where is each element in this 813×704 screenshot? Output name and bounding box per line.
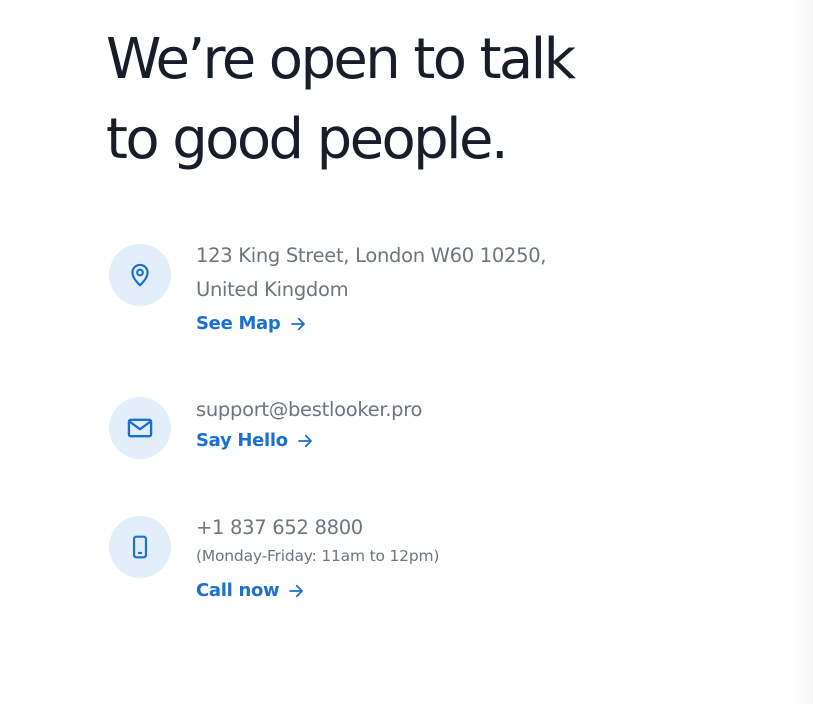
address-info: 123 King Street, London W60 10250, Unite… <box>196 239 666 334</box>
right-edge-shadow <box>791 0 813 704</box>
email-info: support@bestlooker.pro Say Hello <box>196 393 666 451</box>
arrow-right-icon <box>287 582 305 600</box>
phone-number[interactable]: +1 837 652 8800 <box>196 511 666 545</box>
mobile-phone-icon <box>132 535 148 559</box>
mail-icon <box>127 418 153 438</box>
email-address[interactable]: support@bestlooker.pro <box>196 393 666 427</box>
phone-hours: (Monday-Friday: 11am to 12pm) <box>196 547 440 565</box>
page-headline: We’re open to talk to good people. <box>106 20 706 180</box>
headline-line-1: We’re open to talk <box>106 27 576 92</box>
call-now-label: Call now <box>196 580 280 601</box>
say-hello-label: Say Hello <box>196 430 288 451</box>
phone-info: +1 837 652 8800 (Monday-Friday: 11am to … <box>196 511 666 601</box>
see-map-label: See Map <box>196 313 281 334</box>
map-pin-icon <box>131 263 149 287</box>
say-hello-link[interactable]: Say Hello <box>196 430 314 451</box>
address-line-2: United Kingdom <box>196 278 349 301</box>
call-now-link[interactable]: Call now <box>196 580 305 601</box>
arrow-right-icon <box>289 315 307 333</box>
address-line-1: 123 King Street, London W60 10250, <box>196 244 547 267</box>
see-map-link[interactable]: See Map <box>196 313 307 334</box>
email-icon-circle <box>109 397 171 459</box>
phone-icon-circle <box>109 516 171 578</box>
headline-line-2: to good people. <box>106 107 509 172</box>
address-icon-circle <box>109 244 171 306</box>
arrow-right-icon <box>296 432 314 450</box>
